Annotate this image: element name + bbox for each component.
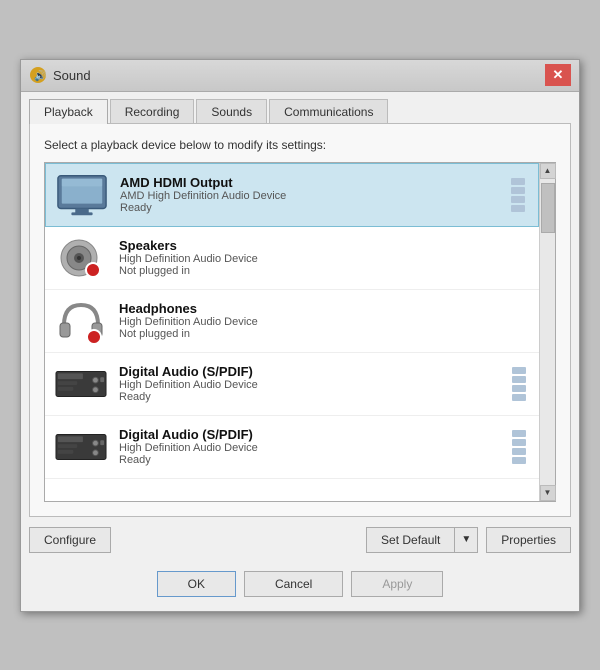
set-default-button[interactable]: Set Default [366, 527, 454, 553]
properties-button[interactable]: Properties [486, 527, 571, 553]
sound-dialog: 🔊 Sound ✕ Playback Recording Sounds Comm… [20, 59, 580, 612]
scroll-down-arrow[interactable]: ▼ [540, 485, 556, 501]
tab-content: Select a playback device below to modify… [29, 123, 571, 517]
tab-communications[interactable]: Communications [269, 99, 388, 124]
headphones-device-icon [55, 298, 107, 344]
device-item-digital1[interactable]: Digital Audio (S/PDIF) High Definition A… [45, 353, 539, 416]
amd-hdmi-name: AMD HDMI Output [120, 175, 496, 190]
digital2-desc: High Definition Audio Device [119, 442, 497, 454]
tabs-bar: Playback Recording Sounds Communications [21, 92, 579, 123]
digital1-desc: High Definition Audio Device [119, 379, 497, 391]
speakers-info: Speakers High Definition Audio Device No… [119, 238, 529, 277]
close-button[interactable]: ✕ [545, 64, 571, 86]
title-bar-left: 🔊 Sound [29, 66, 91, 84]
tab-recording[interactable]: Recording [110, 99, 195, 124]
ok-button[interactable]: OK [157, 571, 236, 597]
digital1-name: Digital Audio (S/PDIF) [119, 364, 497, 379]
volume-bars-amd [508, 174, 528, 216]
device-item-digital2[interactable]: Digital Audio (S/PDIF) High Definition A… [45, 416, 539, 479]
cancel-button[interactable]: Cancel [244, 571, 343, 597]
amd-hdmi-status: Ready [120, 202, 496, 214]
digital1-status: Ready [119, 391, 497, 403]
speakers-device-icon [55, 235, 107, 281]
digital2-device-icon [55, 424, 107, 470]
configure-button[interactable]: Configure [29, 527, 111, 553]
device-item-speakers[interactable]: Speakers High Definition Audio Device No… [45, 227, 539, 290]
tab-playback[interactable]: Playback [29, 99, 108, 124]
footer-buttons: OK Cancel Apply [21, 563, 579, 611]
headphones-name: Headphones [119, 301, 529, 316]
device-item-amd-hdmi[interactable]: AMD HDMI Output AMD High Definition Audi… [45, 163, 539, 227]
headphones-desc: High Definition Audio Device [119, 316, 529, 328]
set-default-group: Set Default ▼ [366, 527, 478, 553]
hdmi-device-icon [56, 172, 108, 218]
title-bar: 🔊 Sound ✕ [21, 60, 579, 92]
tab-sounds[interactable]: Sounds [196, 99, 267, 124]
headphones-info: Headphones High Definition Audio Device … [119, 301, 529, 340]
digital1-device-icon [55, 361, 107, 407]
scroll-thumb[interactable] [541, 183, 555, 233]
digital1-info: Digital Audio (S/PDIF) High Definition A… [119, 364, 497, 403]
volume-bars-digital1 [509, 363, 529, 405]
device-item-headphones[interactable]: Headphones High Definition Audio Device … [45, 290, 539, 353]
volume-bars-digital2 [509, 426, 529, 468]
window-title: Sound [53, 68, 91, 83]
speakers-name: Speakers [119, 238, 529, 253]
headphones-status: Not plugged in [119, 328, 529, 340]
scroll-track[interactable] [540, 179, 555, 485]
scrollbar[interactable]: ▲ ▼ [539, 163, 555, 501]
device-list: AMD HDMI Output AMD High Definition Audi… [45, 163, 539, 501]
device-list-wrapper: AMD HDMI Output AMD High Definition Audi… [44, 162, 556, 502]
instruction-text: Select a playback device below to modify… [44, 138, 556, 152]
apply-button[interactable]: Apply [351, 571, 443, 597]
svg-text:🔊: 🔊 [34, 69, 46, 82]
digital2-status: Ready [119, 454, 497, 466]
speaker-title-icon: 🔊 [29, 66, 47, 84]
speakers-status: Not plugged in [119, 265, 529, 277]
set-default-dropdown-button[interactable]: ▼ [454, 527, 478, 553]
amd-hdmi-desc: AMD High Definition Audio Device [120, 190, 496, 202]
digital2-info: Digital Audio (S/PDIF) High Definition A… [119, 427, 497, 466]
right-buttons: Set Default ▼ Properties [366, 527, 571, 553]
scroll-up-arrow[interactable]: ▲ [540, 163, 556, 179]
amd-hdmi-info: AMD HDMI Output AMD High Definition Audi… [120, 175, 496, 214]
digital2-name: Digital Audio (S/PDIF) [119, 427, 497, 442]
bottom-buttons: Configure Set Default ▼ Properties [21, 517, 579, 563]
speakers-desc: High Definition Audio Device [119, 253, 529, 265]
